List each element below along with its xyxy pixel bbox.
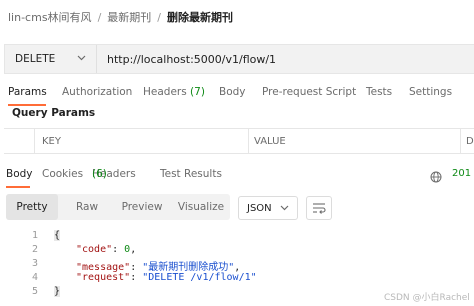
wrap-lines-button[interactable] — [306, 196, 332, 220]
close-brace: } — [54, 286, 61, 297]
tab-body[interactable]: Body — [219, 86, 246, 98]
column-key: KEY — [42, 135, 61, 147]
active-response-tab-indicator — [6, 186, 30, 188]
tab-authorization[interactable]: Authorization — [62, 86, 132, 98]
tab-headers-count: (7) — [190, 86, 205, 98]
query-params-title: Query Params — [12, 107, 96, 119]
breadcrumb-item-request[interactable]: 删除最新期刊 — [167, 9, 233, 25]
params-table-header: KEY VALUE DE — [4, 128, 474, 154]
code-line: { — [54, 230, 61, 241]
tab-response-cookies[interactable]: Cookies — [42, 168, 83, 180]
line-number: 1 — [31, 230, 38, 241]
view-raw-button[interactable]: Raw — [62, 194, 112, 220]
format-select[interactable]: JSON — [238, 196, 298, 220]
code-line: "request": "DELETE /v1/flow/1" — [76, 272, 257, 283]
tab-response-headers-count: (6) — [92, 168, 107, 180]
tab-prerequest-script[interactable]: Pre-request Script — [262, 86, 356, 98]
method-select[interactable]: DELETE — [5, 45, 97, 73]
tab-params[interactable]: Params — [8, 86, 47, 98]
tab-headers[interactable]: Headers (7) — [143, 86, 205, 98]
tab-headers-label: Headers — [143, 86, 187, 98]
wrap-lines-icon — [312, 199, 326, 218]
tab-settings[interactable]: Settings — [409, 86, 452, 98]
view-preview-button[interactable]: Preview — [114, 194, 170, 220]
line-number: 3 — [31, 258, 38, 269]
column-divider — [460, 129, 461, 153]
breadcrumb-separator: / — [97, 10, 102, 24]
view-pretty-button[interactable]: Pretty — [6, 194, 58, 220]
code-line: "message": "最新期刊删除成功", — [76, 262, 241, 273]
breadcrumb-item-folder[interactable]: 最新期刊 — [107, 9, 151, 25]
globe-icon[interactable] — [430, 168, 442, 183]
tab-test-results[interactable]: Test Results — [160, 168, 222, 180]
request-bar: DELETE http://localhost:5000/v1/flow/1 — [4, 44, 474, 74]
code-line: } — [54, 286, 61, 297]
json-key: "request" — [76, 272, 131, 283]
active-tab-indicator — [8, 104, 46, 106]
breadcrumb: lin-cms林间有风 / 最新期刊 / 删除最新期刊 — [8, 8, 233, 26]
open-brace: { — [54, 230, 61, 241]
watermark: CSDN @小白Rachel — [384, 293, 470, 303]
tab-tests[interactable]: Tests — [366, 86, 392, 98]
line-number: 4 — [31, 272, 38, 283]
breadcrumb-item-collection[interactable]: lin-cms林间有风 — [8, 9, 92, 25]
line-number: 5 — [31, 286, 38, 297]
format-label: JSON — [247, 202, 272, 214]
column-description: DE — [466, 135, 474, 147]
json-value-string: "DELETE /v1/flow/1" — [142, 272, 257, 283]
column-divider — [34, 129, 35, 153]
tab-response-body[interactable]: Body — [6, 168, 33, 180]
code-line: "code": 0, — [76, 244, 137, 255]
method-label: DELETE — [15, 53, 56, 65]
view-visualize-button[interactable]: Visualize — [172, 194, 230, 220]
line-number: 2 — [31, 244, 38, 255]
status-code: 201 C — [452, 168, 474, 179]
url-input[interactable]: http://localhost:5000/v1/flow/1 — [97, 53, 276, 66]
column-divider — [248, 129, 249, 153]
column-value: VALUE — [254, 135, 286, 147]
json-key: "code" — [76, 244, 113, 255]
chevron-down-icon — [77, 54, 86, 64]
breadcrumb-separator: / — [157, 10, 161, 24]
view-mode-segmented: Pretty Raw Preview Visualize — [6, 194, 230, 220]
chevron-down-icon — [280, 203, 289, 214]
